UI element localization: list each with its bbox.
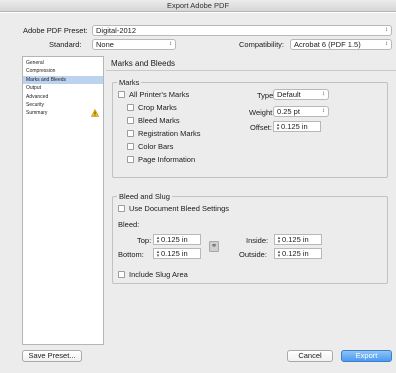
checkbox-box — [127, 143, 134, 150]
main-panel: Marks and Bleeds Marks All Printer's Mar… — [106, 56, 396, 345]
offset-label: Offset: — [250, 123, 272, 132]
window-titlebar: Export Adobe PDF — [0, 0, 396, 12]
top-bleed-value: 0.125 in — [161, 235, 188, 244]
checkbox-label: Include Slug Area — [129, 270, 188, 279]
sidebar-item-label: Output — [26, 85, 42, 92]
updown-arrows-icon: ↕ — [322, 108, 325, 114]
compatibility-value: Acrobat 6 (PDF 1.5) — [294, 40, 361, 49]
warning-icon — [91, 109, 99, 118]
checkbox-label: Color Bars — [138, 142, 174, 151]
bleed-slug-group: Bleed and Slug Use Document Bleed Settin… — [112, 192, 388, 284]
export-button[interactable]: Export — [341, 350, 392, 362]
all-printers-marks-checkbox[interactable]: All Printer's Marks — [118, 90, 189, 99]
checkbox-label: Crop Marks — [138, 103, 177, 112]
use-document-bleed-checkbox[interactable]: Use Document Bleed Settings — [118, 204, 229, 213]
panel-title: Marks and Bleeds — [111, 59, 176, 68]
offset-value: 0.125 in — [281, 122, 308, 131]
sidebar-item-label: Security — [26, 101, 45, 108]
crop-marks-checkbox[interactable]: Crop Marks — [127, 103, 177, 112]
export-dialog: Adobe PDF Preset: Digital-2012 ↕ Standar… — [0, 13, 396, 373]
offset-input[interactable]: ▴ ▾ 0.125 in — [273, 121, 321, 132]
checkbox-box — [127, 104, 134, 111]
bleed-label: Bleed: — [118, 220, 140, 229]
checkbox-box — [118, 205, 125, 212]
type-select[interactable]: Default ↕ — [273, 89, 329, 100]
checkbox-box — [118, 271, 125, 278]
outside-label: Outside: — [239, 250, 267, 259]
cancel-button[interactable]: Cancel — [287, 350, 333, 362]
divider — [106, 70, 396, 71]
checkbox-box — [127, 130, 134, 137]
inside-bleed-input[interactable]: ▴ ▾ 0.125 in — [274, 234, 322, 245]
sidebar-item-label: Advanced — [26, 93, 49, 100]
updown-arrows-icon: ↕ — [385, 27, 388, 33]
window-title: Export Adobe PDF — [166, 1, 230, 10]
sidebar-item-general[interactable]: General — [23, 59, 103, 67]
sidebar-item-output[interactable]: Output — [23, 84, 103, 92]
checkbox-label: All Printer's Marks — [129, 90, 190, 99]
include-slug-checkbox[interactable]: Include Slug Area — [118, 270, 188, 279]
standard-value: None — [96, 40, 114, 49]
compatibility-label: Compatibility: — [239, 40, 285, 49]
color-bars-checkbox[interactable]: Color Bars — [127, 142, 173, 151]
bottom-label: Bottom: — [118, 250, 144, 259]
sidebar-item-security[interactable]: Security — [23, 101, 103, 109]
updown-arrows-icon: ↕ — [385, 41, 388, 47]
outside-bleed-value: 0.125 in — [282, 249, 309, 258]
top-bleed-input[interactable]: ▴ ▾ 0.125 in — [153, 234, 201, 245]
preset-select[interactable]: Digital-2012 ↕ — [92, 25, 392, 36]
standard-select[interactable]: None ↕ — [92, 39, 176, 50]
sidebar-item-advanced[interactable]: Advanced — [23, 93, 103, 101]
checkbox-label: Registration Marks — [138, 129, 201, 138]
marks-group-title: Marks — [117, 78, 142, 87]
chain-link-icon[interactable]: ⚭ — [209, 241, 219, 252]
sidebar-item-label: General — [26, 60, 44, 66]
category-sidebar: General Compression Marks and Bleeds Out… — [22, 56, 104, 345]
sidebar-item-summary[interactable]: Summary — [23, 109, 103, 118]
checkbox-label: Page Information — [138, 155, 196, 164]
outside-bleed-input[interactable]: ▴ ▾ 0.125 in — [274, 248, 322, 259]
updown-arrows-icon: ↕ — [169, 41, 172, 47]
top-label: Top: — [137, 236, 152, 245]
sidebar-item-compression[interactable]: Compression — [23, 67, 103, 75]
checkbox-label: Bleed Marks — [138, 116, 180, 125]
inside-bleed-value: 0.125 in — [282, 235, 309, 244]
updown-arrows-icon: ↕ — [322, 91, 325, 97]
sidebar-item-label: Summary — [26, 110, 48, 117]
registration-marks-checkbox[interactable]: Registration Marks — [127, 129, 201, 138]
bleed-marks-checkbox[interactable]: Bleed Marks — [127, 116, 180, 125]
bottom-bleed-value: 0.125 in — [161, 249, 188, 258]
marks-group: Marks All Printer's Marks Crop Marks Ble… — [112, 78, 388, 178]
weight-select[interactable]: 0.25 pt ↕ — [273, 106, 329, 117]
preset-label: Adobe PDF Preset: — [23, 26, 88, 35]
bottom-bleed-input[interactable]: ▴ ▾ 0.125 in — [153, 248, 201, 259]
type-value: Default — [277, 90, 301, 99]
weight-value: 0.25 pt — [277, 107, 300, 116]
save-preset-button[interactable]: Save Preset... — [22, 350, 82, 362]
sidebar-item-label: Marks and Bleeds — [26, 76, 67, 83]
checkbox-label: Use Document Bleed Settings — [129, 204, 230, 213]
compatibility-select[interactable]: Acrobat 6 (PDF 1.5) ↕ — [290, 39, 392, 50]
checkbox-box — [127, 117, 134, 124]
weight-label: Weight: — [249, 108, 275, 117]
sidebar-item-label: Compression — [26, 68, 56, 75]
preset-value: Digital-2012 — [96, 26, 137, 35]
checkbox-box — [127, 156, 134, 163]
standard-label: Standard: — [49, 40, 82, 49]
inside-label: Inside: — [246, 236, 269, 245]
sidebar-item-marks-and-bleeds[interactable]: Marks and Bleeds — [23, 75, 103, 85]
page-information-checkbox[interactable]: Page Information — [127, 155, 195, 164]
bleed-slug-group-title: Bleed and Slug — [117, 192, 172, 201]
checkbox-box — [118, 91, 125, 98]
